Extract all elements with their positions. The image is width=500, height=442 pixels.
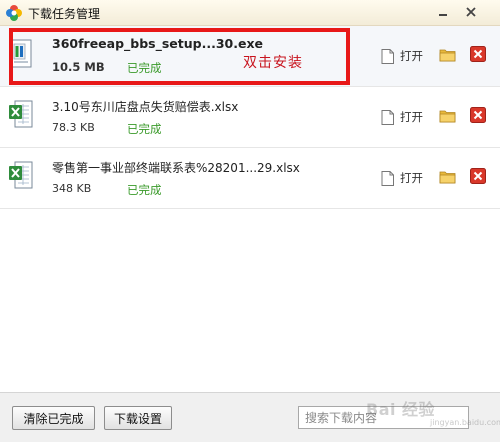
clear-completed-button[interactable]: 清除已完成 [12,406,95,430]
file-size: 10.5 MB [52,60,105,74]
footer-bar: 清除已完成 下载设置 [0,392,500,442]
app-logo-icon [6,5,22,21]
open-button[interactable]: 打开 [381,109,423,125]
minimize-icon [439,14,447,16]
delete-icon[interactable] [470,168,486,184]
open-button[interactable]: 打开 [381,48,423,64]
folder-icon[interactable] [439,47,456,62]
delete-icon[interactable] [470,107,486,123]
status-label: 已完成 [127,183,162,197]
file-name: 3.10号东川店盘点失货赔偿表.xlsx [52,100,239,114]
file-size: 78.3 KB [52,121,95,134]
file-name: 360freeap_bbs_setup...30.exe [52,36,264,51]
folder-icon[interactable] [439,169,456,184]
close-button[interactable] [461,2,481,22]
open-button[interactable]: 打开 [381,170,423,186]
status-label: 已完成 [127,122,162,136]
download-settings-button[interactable]: 下载设置 [104,406,172,430]
document-icon [381,170,394,186]
minimize-button[interactable] [433,2,453,22]
excel-file-icon [9,161,33,189]
file-name: 零售第一事业部终端联系表%28201...29.xlsx [52,161,300,175]
title-bar: 下载任务管理 [0,0,500,26]
window-title: 下载任务管理 [28,7,101,21]
delete-icon[interactable] [470,46,486,62]
file-size: 348 KB [52,182,92,195]
exe-file-icon [10,39,32,68]
open-label: 打开 [400,171,423,185]
document-icon [381,48,394,64]
download-list: 360freeap_bbs_setup...30.exe 10.5 MB 已完成… [0,26,500,392]
download-item[interactable]: 零售第一事业部终端联系表%28201...29.xlsx 348 KB 已完成 … [0,148,500,209]
open-label: 打开 [400,49,423,63]
folder-icon[interactable] [439,108,456,123]
document-icon [381,109,394,125]
search-input[interactable] [298,406,469,429]
download-item[interactable]: 3.10号东川店盘点失货赔偿表.xlsx 78.3 KB 已完成 打开 [0,87,500,148]
close-icon [466,7,476,17]
status-label: 已完成 [127,61,162,75]
excel-file-icon [9,100,33,128]
open-label: 打开 [400,110,423,124]
annotation-text: 双击安装 [243,55,303,71]
